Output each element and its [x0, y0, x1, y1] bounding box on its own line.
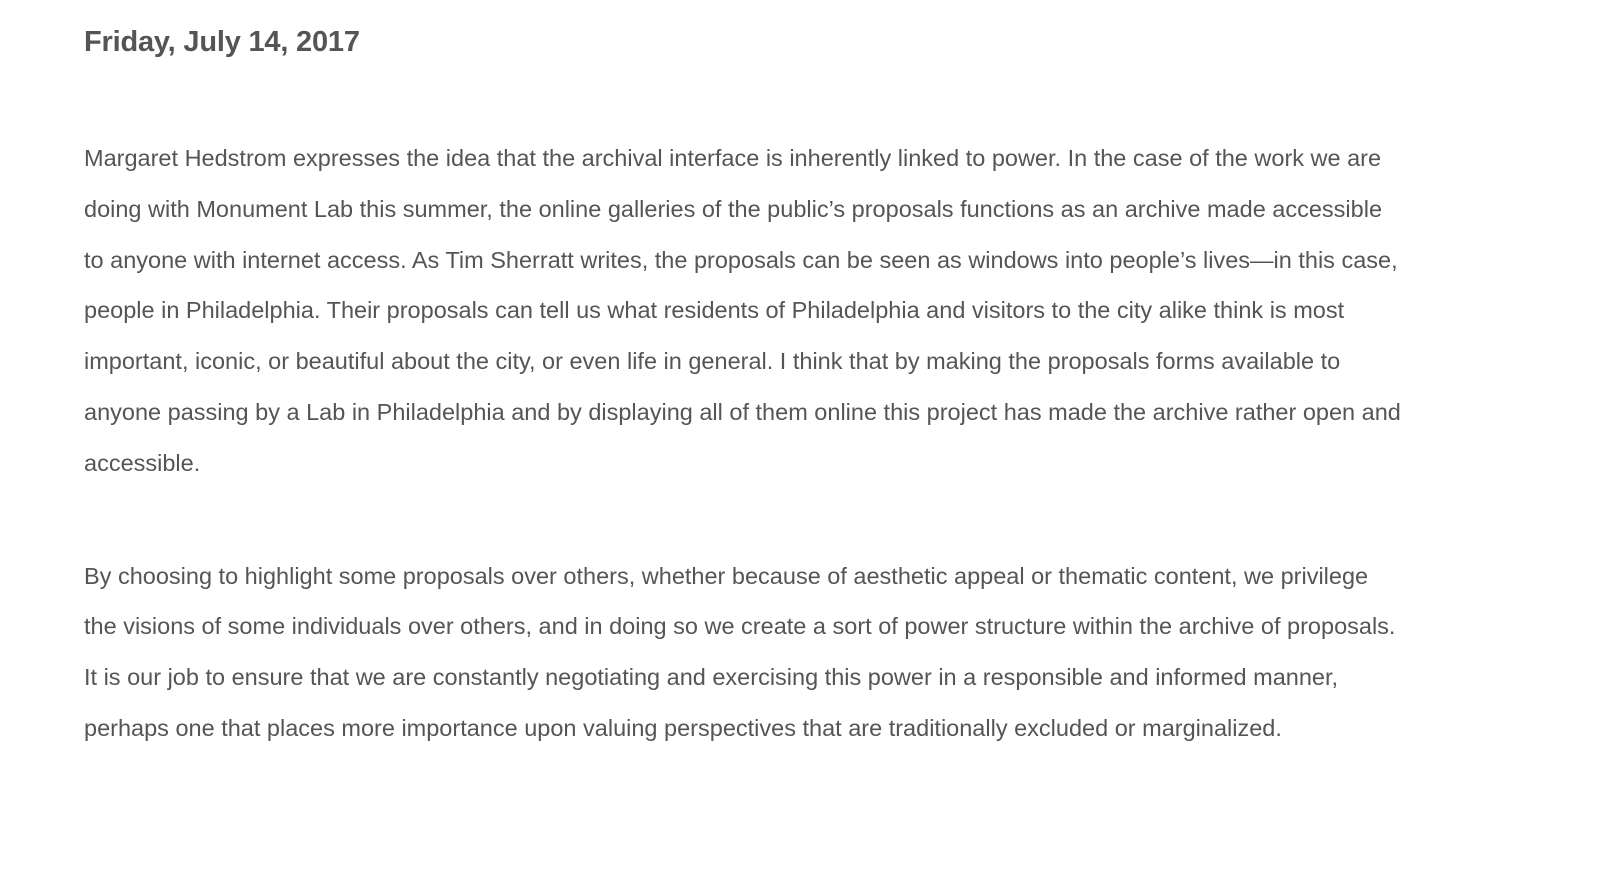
- post-paragraph-2: By choosing to highlight some proposals …: [84, 562, 1396, 741]
- post-body: Margaret Hedstrom expresses the idea tha…: [84, 133, 1404, 754]
- post-date: Friday, July 14, 2017: [84, 26, 360, 58]
- post-paragraph-1: Margaret Hedstrom expresses the idea tha…: [84, 145, 1401, 476]
